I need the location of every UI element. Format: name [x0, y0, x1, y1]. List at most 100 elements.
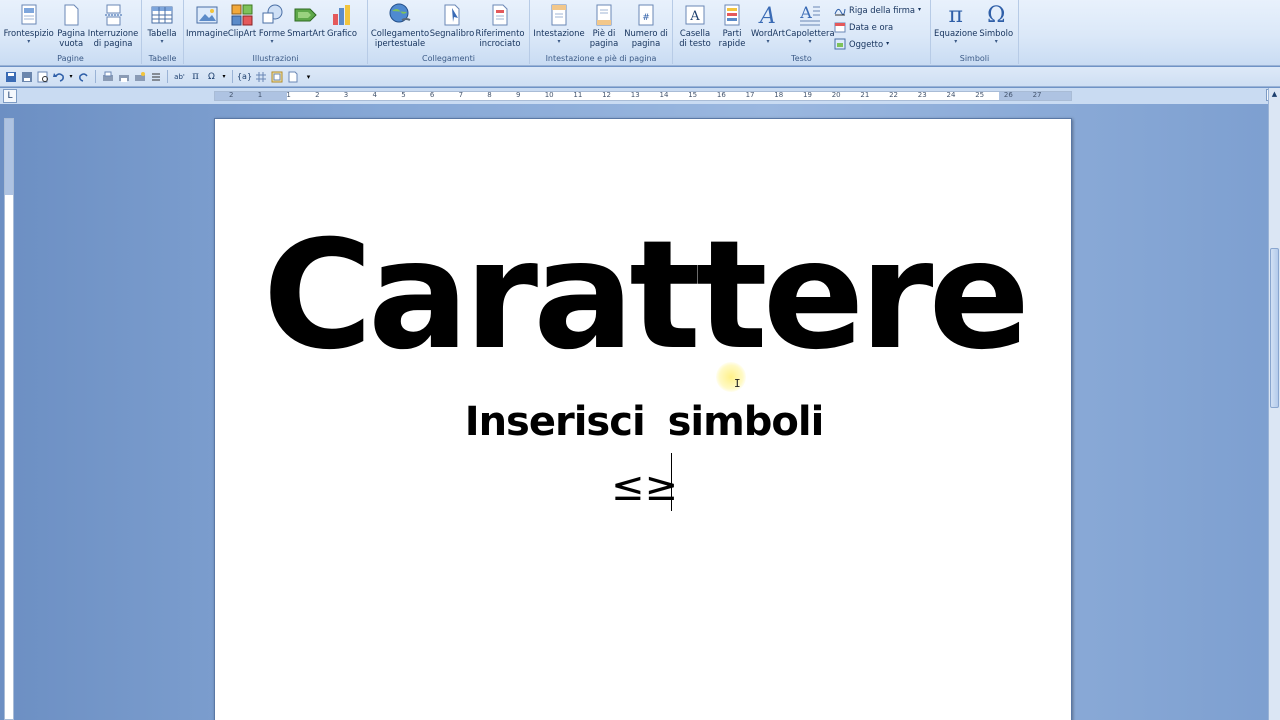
spelling-icon[interactable]: ab'	[173, 70, 186, 83]
clipart-button[interactable]: ClipArt	[227, 0, 257, 54]
frontespizio-button[interactable]: Frontespizio ▾	[3, 0, 54, 54]
numero-di-pagina-label: Numero di pagina	[624, 28, 668, 48]
ruler-number: 1	[286, 91, 291, 99]
scroll-up-icon[interactable]: ▲	[1270, 90, 1279, 102]
document-subtitle-text[interactable]: Inserisci simboli	[215, 399, 1073, 445]
pagina-vuota-label: Pagina vuota	[57, 28, 86, 48]
save-icon[interactable]	[4, 70, 17, 83]
tabella-button[interactable]: Tabella ▾	[145, 0, 179, 54]
clipart-icon	[230, 2, 254, 28]
dropdown-arrow-icon: ▾	[27, 38, 31, 45]
ruler-number: 3	[343, 91, 349, 99]
ribbon: Frontespizio ▾ Pagina vuota Interruzione…	[0, 0, 1280, 66]
omega-dropdown-icon[interactable]: ▾	[221, 70, 227, 83]
grafico-button[interactable]: Grafico	[325, 0, 359, 54]
casella-di-testo-button[interactable]: A Casella di testo	[676, 0, 714, 54]
grid-icon[interactable]	[254, 70, 267, 83]
pi-icon[interactable]: π	[189, 70, 202, 83]
cross-reference-icon	[488, 2, 512, 28]
bookmark-icon	[440, 2, 464, 28]
intestazione-label: Intestazione	[533, 28, 585, 38]
dropdown-arrow-icon: ▾	[270, 38, 274, 45]
intestazione-button[interactable]: Intestazione ▾	[533, 0, 585, 54]
svg-text:A: A	[799, 4, 812, 22]
pagina-vuota-button[interactable]: Pagina vuota	[54, 0, 88, 54]
undo-dropdown-icon[interactable]: ▾	[68, 70, 74, 83]
oggetto-button[interactable]: Oggetto ▾	[834, 36, 921, 51]
dropdown-arrow-icon: ▾	[766, 38, 770, 45]
grafico-label: Grafico	[326, 28, 358, 38]
ruler-top-margin	[5, 119, 13, 195]
frontespizio-label: Frontespizio	[3, 28, 54, 38]
equazione-button[interactable]: π Equazione ▾	[934, 0, 977, 54]
pie-di-pagina-button[interactable]: Piè di pagina	[585, 0, 623, 54]
quick-print-icon[interactable]	[117, 70, 130, 83]
horizontal-ruler[interactable]: 2 1 1 2 3 4 5 6 7 8 9 10 11 12 13 14 15 16 17 18 19 20 21 22 23 2…	[214, 91, 1072, 101]
ruler-number: 11	[573, 91, 583, 99]
data-e-ora-button[interactable]: Data e ora	[834, 19, 921, 34]
smartart-button[interactable]: SmartArt	[287, 0, 325, 54]
numero-di-pagina-button[interactable]: # Numero di pagina	[623, 0, 669, 54]
header-icon	[547, 2, 571, 28]
simbolo-button[interactable]: Ω Simbolo ▾	[977, 0, 1015, 54]
collegamento-button[interactable]: Collegamento ipertestuale	[371, 0, 429, 54]
ruler-number: 16	[716, 91, 726, 99]
document-symbols-text[interactable]: ≤≥	[611, 463, 678, 511]
page-number-icon: #	[634, 2, 658, 28]
object-icon	[834, 38, 846, 50]
ruler-number: 9	[516, 91, 521, 99]
immagine-button[interactable]: Immagine	[186, 0, 228, 54]
field-code-icon[interactable]: {a}	[237, 70, 252, 83]
ruler-number: 17	[745, 91, 755, 99]
vertical-scrollbar[interactable]: ▲	[1268, 88, 1280, 720]
parti-rapide-button[interactable]: Parti rapide	[714, 0, 750, 54]
dropdown-arrow-icon: ▾	[918, 6, 922, 13]
document-page[interactable]: Carattere Inserisci simboli ≤≥ I	[214, 118, 1072, 720]
print-setup-icon[interactable]	[133, 70, 146, 83]
group-tabelle: Tabella ▾ Tabelle	[142, 0, 184, 64]
scrollbar-thumb[interactable]	[1270, 248, 1279, 408]
oggetto-label: Oggetto	[849, 38, 884, 49]
pie-di-pagina-label: Piè di pagina	[589, 28, 619, 48]
chart-icon	[330, 2, 354, 28]
hyperlink-icon	[388, 2, 412, 28]
show-markup-icon[interactable]	[270, 70, 283, 83]
group-label-pagine: Pagine	[57, 54, 84, 63]
ruler-icon[interactable]: Ω	[205, 70, 218, 83]
format-painter-icon[interactable]	[149, 70, 162, 83]
vertical-ruler[interactable]	[4, 118, 14, 720]
customize-toolbar-icon[interactable]: ▾	[302, 70, 315, 83]
ruler-number: 8	[487, 91, 492, 99]
segnalibro-button[interactable]: Segnalibro	[429, 0, 475, 54]
riga-della-firma-label: Riga della firma	[849, 4, 916, 15]
group-label-illustrazioni: Illustrazioni	[252, 54, 299, 63]
ruler-number: 1	[257, 91, 263, 99]
segnalibro-label: Segnalibro	[429, 28, 475, 38]
ibeam-cursor-icon: I	[734, 377, 741, 390]
ruler-number: 23	[917, 91, 927, 99]
equation-icon: π	[948, 2, 963, 28]
forme-button[interactable]: Forme ▾	[257, 0, 287, 54]
riferimento-button[interactable]: Riferimento incrociato	[475, 0, 525, 54]
capolettera-button[interactable]: A Capolettera ▾	[785, 0, 834, 54]
shapes-icon	[260, 2, 284, 28]
ruler-number: 21	[860, 91, 870, 99]
ruler-number: 24	[946, 91, 956, 99]
dropdown-arrow-icon: ▾	[954, 38, 958, 45]
redo-icon[interactable]	[77, 70, 90, 83]
undo-icon[interactable]	[52, 70, 65, 83]
dropdown-arrow-icon: ▾	[994, 38, 998, 45]
svg-text:A: A	[758, 4, 776, 26]
tab-selector[interactable]: L	[3, 89, 17, 103]
interruzione-pagina-button[interactable]: Interruzione di pagina	[88, 0, 138, 54]
document-title-text[interactable]: Carattere	[215, 221, 1073, 371]
text-box-icon: A	[683, 2, 707, 28]
riga-della-firma-button[interactable]: Riga della firma ▾	[834, 2, 921, 17]
wordart-button[interactable]: A WordArt ▾	[750, 0, 786, 54]
ruler-number: 14	[659, 91, 669, 99]
ruler-number: 20	[831, 91, 841, 99]
print-icon[interactable]	[101, 70, 114, 83]
new-document-icon[interactable]	[286, 70, 299, 83]
save-as-icon[interactable]	[20, 70, 33, 83]
print-preview-icon[interactable]	[36, 70, 49, 83]
